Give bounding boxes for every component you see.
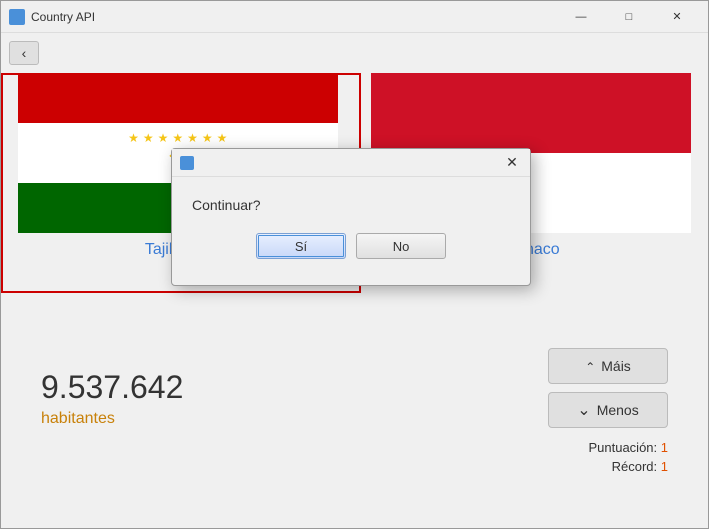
window-close-button[interactable]: ✕: [654, 1, 700, 33]
confirm-dialog: ✕ Continuar? Sí No: [171, 148, 531, 286]
dialog-buttons: Sí No: [192, 233, 510, 275]
dialog-overlay: ✕ Continuar? Sí No: [1, 33, 708, 528]
window-title: Country API: [31, 10, 558, 24]
window-controls: — □ ✕: [558, 1, 700, 33]
dialog-titlebar: ✕: [172, 149, 530, 177]
dialog-yes-button[interactable]: Sí: [256, 233, 346, 259]
main-content: ‹ ★ ★ ★ ★ ★: [1, 33, 708, 528]
dialog-close-button[interactable]: ✕: [502, 153, 522, 173]
dialog-icon: [180, 156, 194, 170]
app-icon: [9, 9, 25, 25]
titlebar: Country API — □ ✕: [1, 1, 708, 33]
dialog-no-button[interactable]: No: [356, 233, 446, 259]
dialog-message: Continuar?: [192, 197, 510, 213]
dialog-body: Continuar? Sí No: [172, 177, 530, 285]
main-window: Country API — □ ✕ ‹ ★ ★: [0, 0, 709, 529]
maximize-button[interactable]: □: [606, 1, 652, 33]
minimize-button[interactable]: —: [558, 1, 604, 33]
